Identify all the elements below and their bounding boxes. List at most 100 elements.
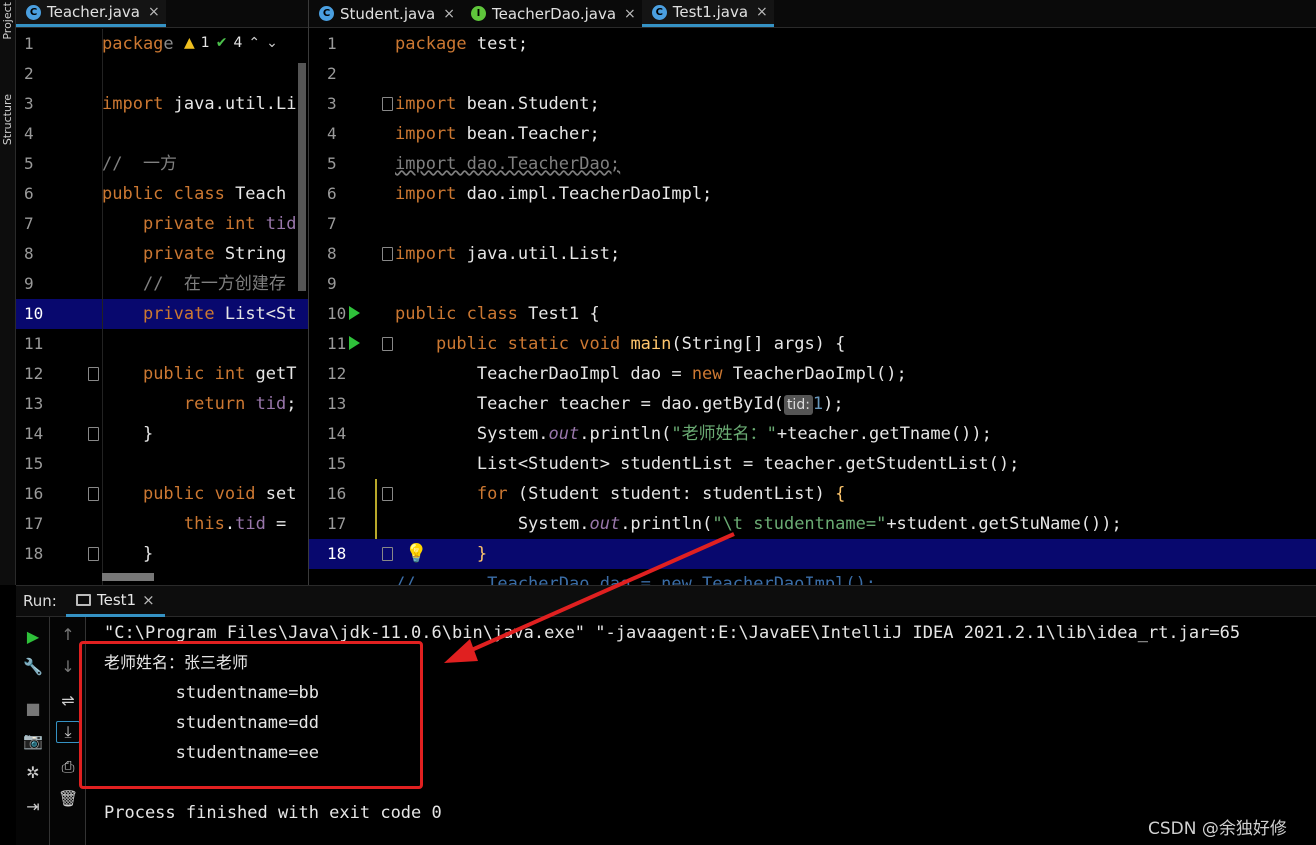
line-number: 4 [327, 124, 337, 143]
scroll-to-end-icon[interactable]: ⤓ [56, 721, 80, 743]
close-icon[interactable]: × [142, 591, 155, 609]
camera-icon[interactable]: 📷 [23, 731, 43, 750]
code-line: // 在一方创建存 [142, 274, 286, 294]
code-line: import dao.impl.TeacherDaoImpl; [395, 184, 713, 204]
line-number: 17 [24, 514, 44, 533]
code-line: import java.util.Li [102, 94, 297, 114]
line-number: 4 [24, 124, 34, 143]
code-line: import bean.Student; [395, 94, 600, 114]
annotation-box [79, 641, 423, 789]
line-number: 13 [24, 394, 44, 413]
line-number: 18 [327, 544, 347, 563]
line-number: 5 [327, 154, 337, 173]
line-number: 15 [327, 454, 347, 473]
close-icon[interactable]: × [148, 4, 160, 20]
warning-icon: ▲ [184, 35, 195, 51]
close-icon[interactable]: × [443, 6, 455, 22]
line-number: 6 [24, 184, 34, 203]
class-file-icon: C [26, 4, 41, 20]
code-line: public static void main(String[] args) { [435, 334, 846, 354]
check-icon: ✔ [215, 35, 228, 51]
code-line: } [102, 424, 154, 444]
rerun-icon[interactable]: ▶ [23, 627, 43, 646]
line-number: 14 [327, 424, 347, 443]
code-line: import bean.Teacher; [395, 124, 600, 144]
tab-test1-java[interactable]: C Test1.java × [641, 0, 774, 27]
code-line: System.out.println("老师姓名："+teacher.getTn… [395, 424, 992, 444]
fold-icon[interactable] [382, 337, 393, 351]
change-marker [375, 479, 377, 539]
right-editor[interactable]: 1 2 3 4 5 6 7 8 9 10 11 12 13 14 15 16 1… [309, 29, 1316, 585]
close-icon[interactable]: × [624, 6, 636, 22]
line-number: 3 [327, 94, 337, 113]
code-line: package test; [395, 34, 529, 54]
project-tool-tab[interactable]: Project [1, 2, 14, 40]
line-number: 11 [24, 334, 44, 353]
parameter-hint: tid: [783, 395, 813, 415]
code-line: Teacher teacher = dao.getById(tid: 1); [395, 394, 844, 415]
check-count: 4 [233, 35, 243, 51]
fold-icon[interactable] [382, 97, 393, 111]
annotation-arrow [444, 532, 735, 663]
horizontal-scrollbar[interactable] [102, 573, 154, 581]
run-tab-label: Test1 [97, 591, 137, 609]
left-editor[interactable]: 1 2 3 4 5 6 7 8 9 10 11 12 13 14 15 16 1… [16, 29, 308, 585]
run-tab-test1[interactable]: Test1 × [66, 586, 165, 617]
right-editor-tabbar: C Student.java × I TeacherDao.java × C T… [309, 0, 1316, 28]
fold-icon[interactable] [382, 547, 393, 561]
code-line: return tid; [183, 394, 297, 414]
tab-teacherdao-java[interactable]: I TeacherDao.java × [461, 0, 642, 27]
code-line: private int tid [142, 214, 297, 234]
line-number: 6 [327, 184, 337, 203]
fold-icon[interactable] [88, 547, 99, 561]
tab-label: Teacher.java [47, 3, 141, 21]
wrench-icon[interactable]: 🔧 [23, 657, 43, 676]
line-number: 10 [24, 304, 44, 323]
fold-icon[interactable] [382, 247, 393, 261]
line-number: 3 [24, 94, 34, 113]
tab-teacher-java[interactable]: C Teacher.java × [16, 0, 166, 27]
line-number: 17 [327, 514, 347, 533]
structure-tool-tab[interactable]: Structure [1, 94, 14, 145]
line-number: 18 [24, 544, 44, 563]
vertical-scrollbar[interactable] [298, 63, 306, 291]
console-exit-line: Process finished with exit code 0 [104, 803, 442, 823]
line-number: 7 [24, 214, 34, 233]
fold-icon[interactable] [88, 427, 99, 441]
chevron-up-icon[interactable]: ⌃ [248, 35, 260, 51]
left-editor-tabbar: C Teacher.java × [16, 0, 308, 28]
tab-student-java[interactable]: C Student.java × [309, 0, 461, 27]
debug-icon[interactable]: ✲ [23, 763, 43, 782]
code-line: public class Test1 { [395, 304, 600, 324]
line-number: 14 [24, 424, 44, 443]
warning-count: 1 [200, 35, 210, 51]
fold-icon[interactable] [382, 487, 393, 501]
run-main-icon[interactable] [349, 336, 360, 350]
line-number: 16 [24, 484, 44, 503]
line-number: 7 [327, 214, 337, 233]
class-file-icon: C [319, 6, 334, 21]
run-class-icon[interactable] [349, 306, 360, 320]
chevron-down-icon[interactable]: ⌄ [266, 35, 278, 51]
fold-icon[interactable] [88, 487, 99, 501]
code-line: import java.util.List; [395, 244, 621, 264]
arrow-down-icon[interactable]: ↓ [58, 657, 78, 676]
code-line: private String [142, 244, 287, 264]
exit-icon[interactable]: ⇥ [23, 797, 43, 816]
trash-icon[interactable]: 🗑 [58, 789, 78, 808]
arrow-up-icon[interactable]: ↑ [58, 625, 78, 644]
line-number: 1 [327, 34, 337, 53]
code-line: package [102, 34, 174, 54]
close-icon[interactable]: × [756, 4, 768, 20]
line-number: 13 [327, 394, 347, 413]
code-line: public int getT [142, 364, 297, 384]
tab-label: Student.java [340, 4, 436, 23]
soft-wrap-icon[interactable]: ⇌ [58, 691, 78, 710]
code-line: TeacherDaoImpl dao = new TeacherDaoImpl(… [395, 364, 907, 384]
line-number: 2 [327, 64, 337, 83]
stop-icon[interactable]: ■ [23, 699, 43, 718]
code-line: private List<St [142, 304, 297, 324]
print-icon[interactable]: ⎙ [58, 757, 78, 777]
fold-icon[interactable] [88, 367, 99, 381]
inspection-widget[interactable]: ▲ 1 ✔ 4 ⌃ ⌄ [180, 33, 282, 53]
